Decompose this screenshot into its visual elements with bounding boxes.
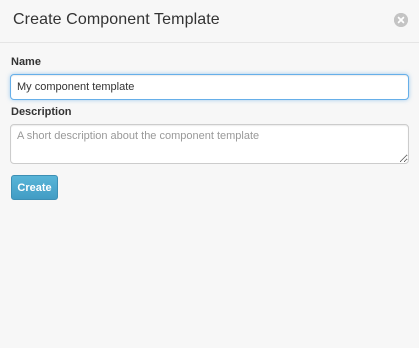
create-button[interactable]: Create	[11, 175, 58, 200]
dialog-body: Name Description Create	[0, 43, 419, 200]
close-button[interactable]	[394, 13, 408, 27]
close-icon	[394, 13, 408, 27]
create-component-template-dialog: Create Component Template Name Descripti…	[0, 0, 419, 348]
name-input[interactable]	[10, 74, 409, 100]
description-label: Description	[11, 106, 72, 118]
dialog-header: Create Component Template	[0, 0, 419, 43]
dialog-title: Create Component Template	[13, 11, 220, 28]
description-textarea[interactable]	[10, 124, 409, 164]
name-label: Name	[11, 56, 41, 68]
